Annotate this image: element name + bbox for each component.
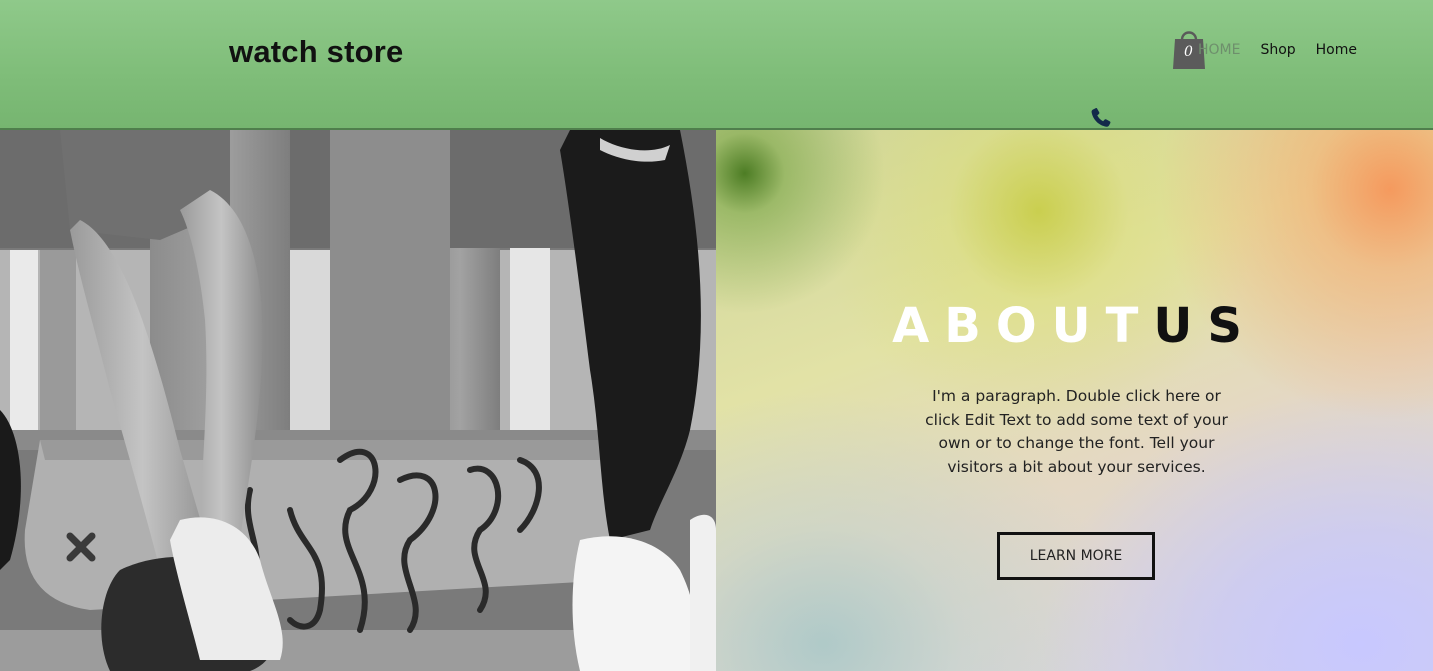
about-title: ABOUTUS: [716, 298, 1433, 354]
hero-photo: [0, 130, 716, 671]
phone-icon[interactable]: [1089, 106, 1113, 130]
nav-item-home-caps[interactable]: HOME: [1198, 42, 1240, 58]
about-paragraph: I'm a paragraph. Double click here or cl…: [925, 387, 1228, 476]
nav-item-home[interactable]: Home: [1316, 42, 1357, 58]
nav-item-shop[interactable]: Shop: [1260, 42, 1295, 58]
close-icon[interactable]: [66, 532, 96, 562]
about-title-light: ABOUT: [892, 298, 1154, 354]
main-nav: HOME Shop Home: [1198, 42, 1357, 58]
about-title-dark: US: [1153, 298, 1257, 354]
site-header: watch store 0 HOME Shop Home: [0, 0, 1433, 130]
about-section: ABOUTUS I'm a paragraph. Double click he…: [716, 130, 1433, 671]
site-title[interactable]: watch store: [229, 34, 403, 70]
learn-more-button[interactable]: LEARN MORE: [997, 532, 1155, 580]
skateboard-photo: [0, 130, 716, 671]
